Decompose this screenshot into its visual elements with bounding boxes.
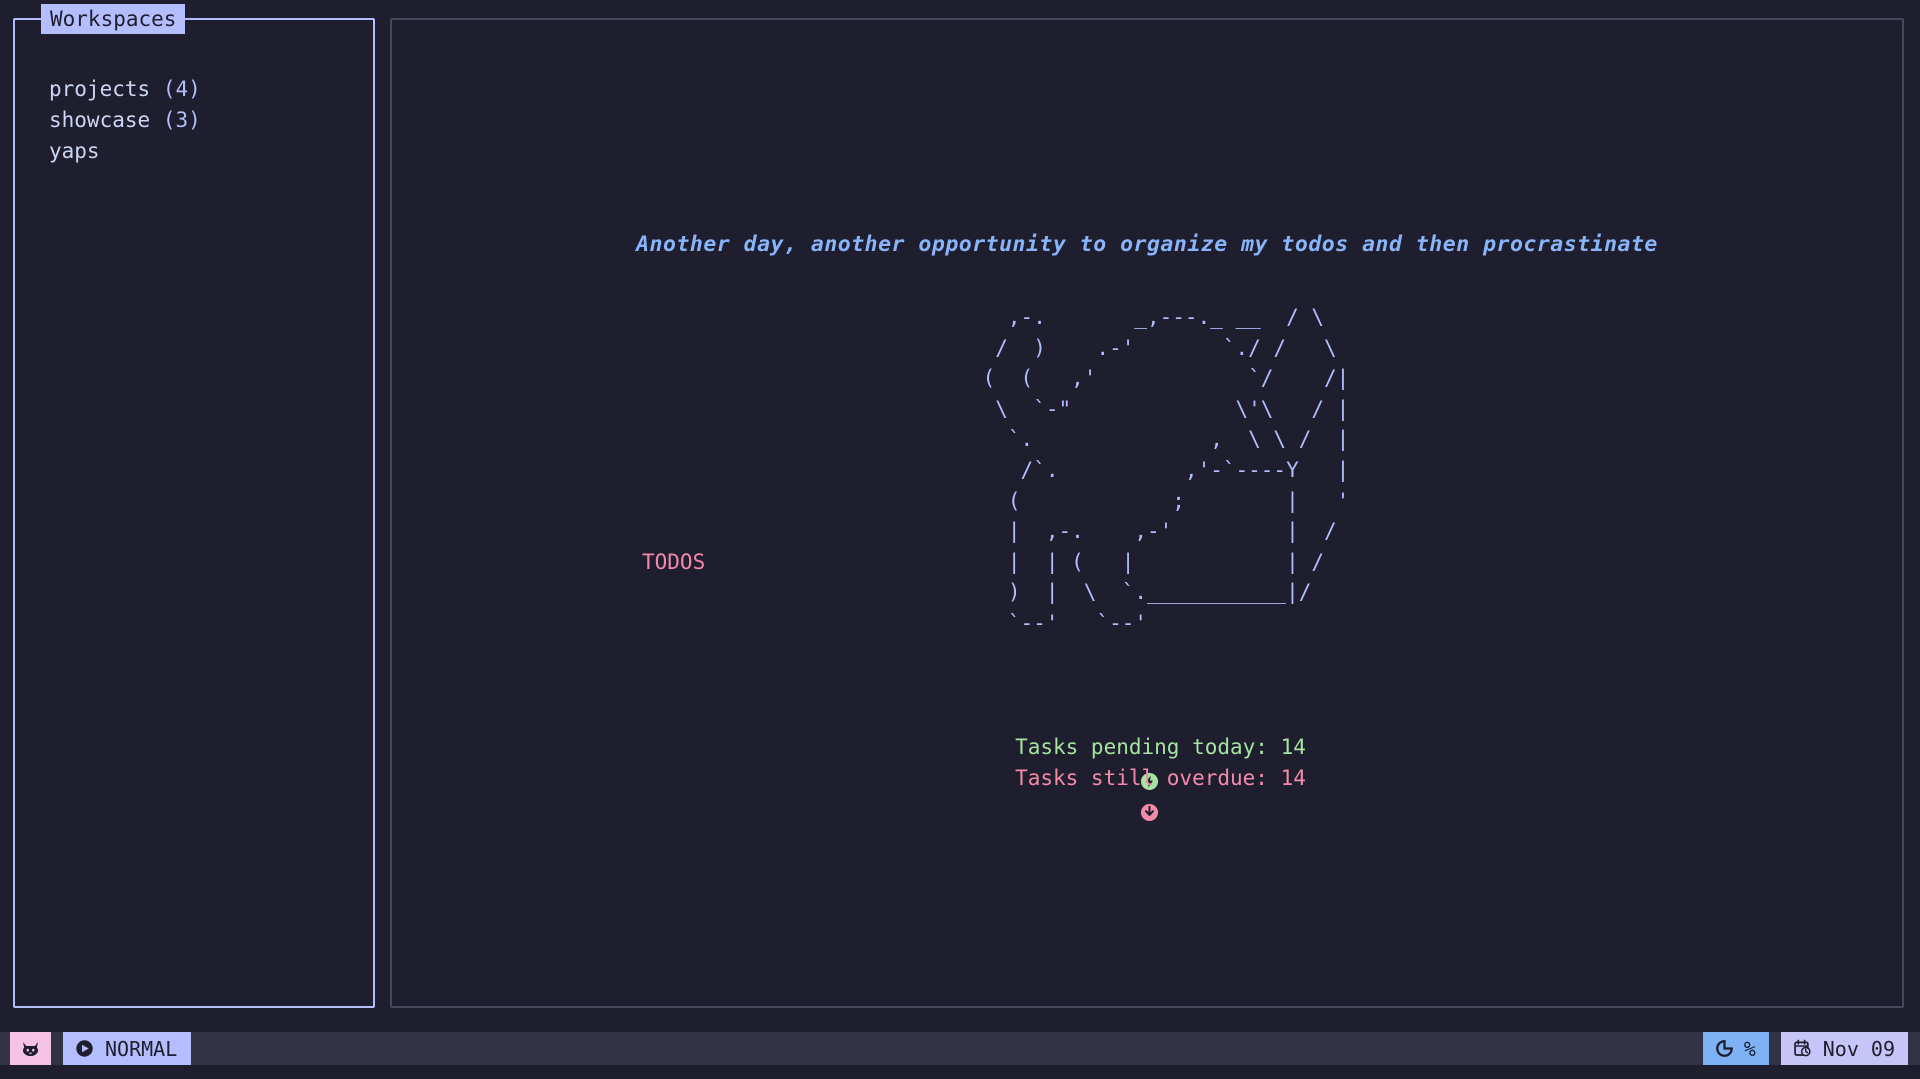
stat-pending-value: 14 (1280, 735, 1306, 759)
play-circle-icon (74, 1038, 95, 1059)
app-logo-badge[interactable] (10, 1032, 51, 1065)
stat-overdue: Tasks still overdue: 14 (988, 763, 1306, 822)
workspaces-panel[interactable]: Workspaces projects (4) showcase (3) yap… (13, 4, 375, 1008)
workspace-count: (4) (162, 77, 201, 101)
workspaces-panel-title: Workspaces (41, 4, 186, 34)
progress-badge[interactable]: % (1702, 1032, 1769, 1065)
sidebar-item-showcase[interactable]: showcase (3) (49, 105, 361, 136)
date-label: Nov 09 (1822, 1036, 1895, 1061)
stat-pending-today: Tasks pending today: 14 (988, 732, 1306, 791)
stat-overdue-label: Tasks still overdue: (1015, 766, 1268, 790)
greeting-quote: Another day, another opportunity to orga… (636, 232, 1658, 257)
todos-overlay-label: TODOS (642, 550, 706, 574)
donut-chart-icon (1714, 1038, 1735, 1059)
editor-mode-label: NORMAL (105, 1036, 178, 1061)
dashboard-panel[interactable]: Another day, another opportunity to orga… (390, 18, 1904, 1008)
sidebar-item-yaps[interactable]: yaps (49, 136, 361, 167)
editor-mode-badge[interactable]: NORMAL (63, 1032, 192, 1065)
sidebar-item-projects[interactable]: projects (4) (49, 74, 361, 105)
stat-pending-label: Tasks pending today: (1015, 735, 1268, 759)
ascii-art-container: ,-. _,---._ __ / \ / ) .-' `./ / \ ( ( ,… (392, 302, 1902, 639)
workspace-name: showcase (49, 108, 151, 132)
workspace-count: (3) (162, 108, 201, 132)
status-bar: NORMAL % Nov 09 (0, 1032, 1920, 1065)
app-root: Workspaces projects (4) showcase (3) yap… (0, 0, 1920, 1079)
calendar-clock-icon (1792, 1038, 1813, 1059)
progress-label: % (1743, 1036, 1756, 1061)
workspace-name: yaps (49, 139, 100, 163)
arrow-down-circle-icon (988, 769, 1158, 822)
task-stats: Tasks pending today: 14 Tasks still over… (392, 732, 1902, 822)
date-badge[interactable]: Nov 09 (1780, 1032, 1908, 1065)
bolt-circle-icon (988, 738, 1158, 791)
cat-ascii-art: ,-. _,---._ __ / \ / ) .-' `./ / \ ( ( ,… (982, 305, 1350, 635)
workspace-list: projects (4) showcase (3) yaps (49, 74, 361, 167)
cat-face-icon (20, 1038, 41, 1059)
body-row: Workspaces projects (4) showcase (3) yap… (0, 0, 1920, 1032)
stat-overdue-value: 14 (1280, 766, 1306, 790)
status-bar-spacer (191, 1032, 1702, 1065)
workspace-name: projects (49, 77, 151, 101)
